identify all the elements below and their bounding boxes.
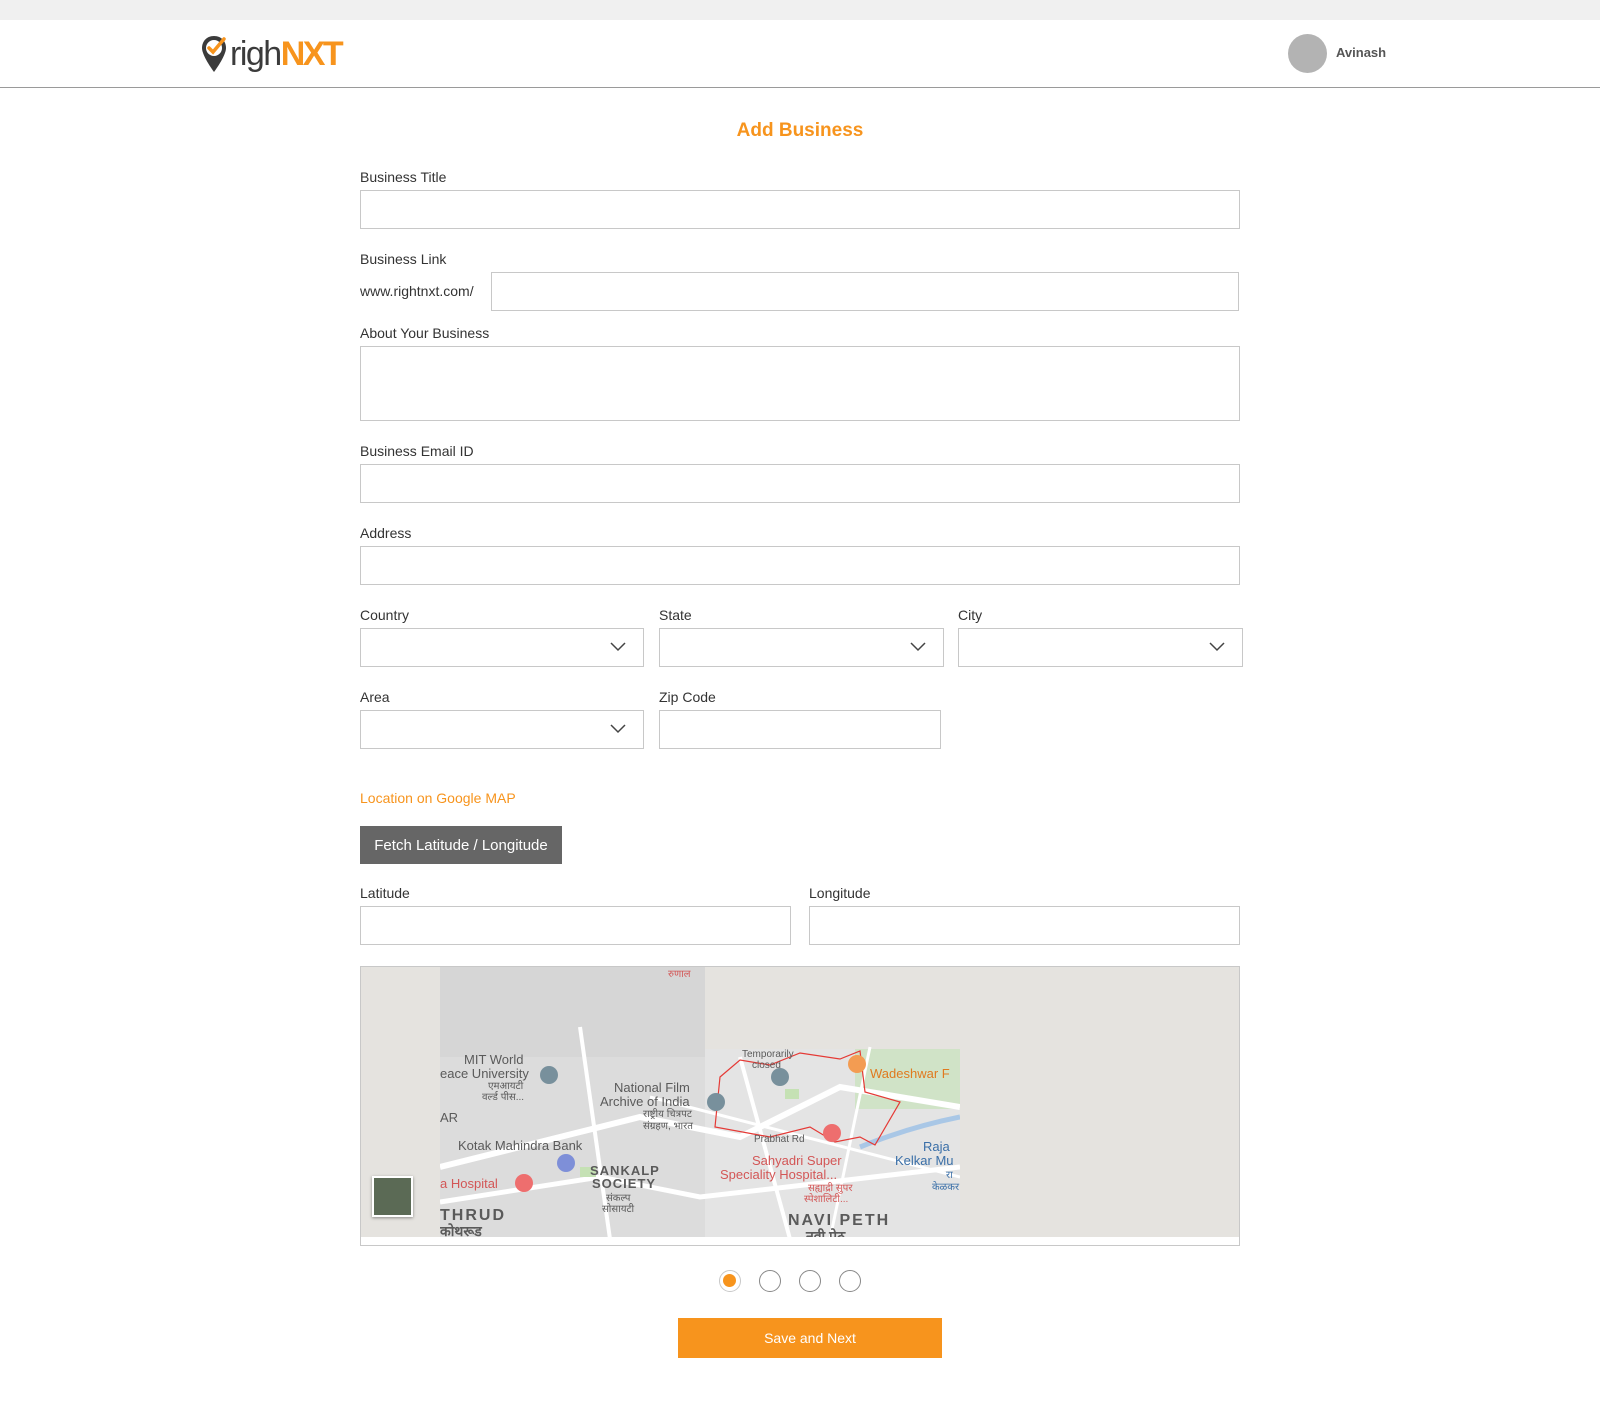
city-select[interactable] bbox=[958, 628, 1243, 667]
business-link-label: Business Link bbox=[360, 251, 447, 267]
chevron-down-icon bbox=[910, 642, 926, 652]
map-label: केळकर bbox=[932, 1181, 960, 1193]
map-label: Sahyadri Super bbox=[752, 1153, 842, 1168]
map-label: रा bbox=[946, 1170, 953, 1181]
business-title-input[interactable] bbox=[360, 190, 1240, 229]
business-link-input[interactable] bbox=[491, 272, 1239, 311]
chevron-down-icon bbox=[1209, 642, 1225, 652]
map-label: Kotak Mahindra Bank bbox=[458, 1138, 583, 1153]
map-label: वर्ल्ड पीस... bbox=[482, 1091, 524, 1103]
map-label: SOCIETY bbox=[592, 1176, 656, 1191]
map-label: रुणाल bbox=[668, 969, 691, 980]
google-map[interactable]: MIT World eace University एमआयटी वर्ल्ड … bbox=[360, 966, 1240, 1246]
step-dot-2[interactable] bbox=[759, 1270, 781, 1292]
site-header: righNXT Avinash bbox=[0, 20, 1600, 88]
address-label: Address bbox=[360, 525, 412, 541]
city-label: City bbox=[958, 607, 983, 623]
longitude-input[interactable] bbox=[809, 906, 1240, 945]
map-label: एमआयटी bbox=[488, 1080, 524, 1092]
map-label: सह्याद्री सुपर bbox=[808, 1182, 853, 1194]
map-label: MIT World bbox=[464, 1052, 523, 1067]
map-label: Raja bbox=[923, 1139, 951, 1154]
state-select[interactable] bbox=[659, 628, 944, 667]
map-label: स्पेशालिटी... bbox=[804, 1193, 848, 1205]
fetch-lat-long-button[interactable]: Fetch Latitude / Longitude bbox=[360, 826, 562, 864]
map-label: सोसायटी bbox=[602, 1203, 635, 1215]
business-email-input[interactable] bbox=[360, 464, 1240, 503]
avatar[interactable] bbox=[1288, 34, 1327, 73]
business-email-label: Business Email ID bbox=[360, 443, 474, 459]
latitude-label: Latitude bbox=[360, 885, 410, 901]
map-pin-check-icon bbox=[200, 34, 228, 74]
map-label: संकल्प bbox=[606, 1192, 631, 1204]
map-label: राष्ट्रीय चित्रपट bbox=[643, 1108, 693, 1120]
map-label: NAVI PETH bbox=[788, 1212, 890, 1229]
map-label: closed bbox=[752, 1060, 781, 1071]
map-label: Kelkar Mu bbox=[895, 1153, 954, 1168]
area-label: Area bbox=[360, 689, 390, 705]
save-and-next-button[interactable]: Save and Next bbox=[678, 1318, 942, 1358]
state-label: State bbox=[659, 607, 692, 623]
logo-text-righ: righ bbox=[230, 35, 282, 73]
step-dot-3[interactable] bbox=[799, 1270, 821, 1292]
map-label: eace University bbox=[440, 1066, 529, 1081]
business-title-label: Business Title bbox=[360, 169, 447, 185]
area-select[interactable] bbox=[360, 710, 644, 749]
step-dot-1[interactable] bbox=[719, 1270, 741, 1292]
zip-code-label: Zip Code bbox=[659, 689, 716, 705]
chevron-down-icon bbox=[610, 642, 626, 652]
country-label: Country bbox=[360, 607, 410, 623]
about-business-textarea[interactable] bbox=[360, 346, 1240, 421]
chevron-down-icon bbox=[610, 724, 626, 734]
map-bottom-bar bbox=[361, 1237, 1239, 1245]
browser-top-strip bbox=[0, 0, 1600, 20]
latitude-input[interactable] bbox=[360, 906, 791, 945]
map-label: संग्रहण, भारत bbox=[643, 1120, 693, 1132]
user-name[interactable]: Avinash bbox=[1336, 45, 1386, 60]
google-map-link[interactable]: Location on Google MAP bbox=[360, 790, 516, 806]
map-label: Prabhat Rd bbox=[754, 1134, 805, 1145]
map-label: Wadeshwar F bbox=[870, 1066, 950, 1081]
country-select[interactable] bbox=[360, 628, 644, 667]
satellite-toggle-thumbnail[interactable] bbox=[372, 1176, 413, 1217]
map-label: AR bbox=[440, 1110, 458, 1125]
map-tiles: MIT World eace University एमआयटी वर्ल्ड … bbox=[440, 967, 960, 1239]
map-label: a Hospital bbox=[440, 1176, 498, 1191]
address-input[interactable] bbox=[360, 546, 1240, 585]
page-title: Add Business bbox=[736, 120, 864, 141]
map-label: National Film bbox=[614, 1080, 690, 1095]
about-business-label: About Your Business bbox=[360, 325, 490, 341]
map-label: Archive of India bbox=[600, 1094, 690, 1109]
longitude-label: Longitude bbox=[809, 885, 871, 901]
map-label: THRUD bbox=[440, 1207, 506, 1224]
rightnxt-logo[interactable]: righNXT bbox=[200, 32, 344, 76]
business-link-prefix: www.rightnxt.com/ bbox=[360, 283, 474, 299]
logo-text-nxt: NXT bbox=[280, 35, 344, 73]
step-indicator bbox=[719, 1270, 861, 1292]
map-label: Speciality Hospital... bbox=[720, 1167, 837, 1182]
map-label: Temporarily bbox=[742, 1049, 794, 1060]
step-dot-4[interactable] bbox=[839, 1270, 861, 1292]
zip-code-input[interactable] bbox=[659, 710, 941, 749]
